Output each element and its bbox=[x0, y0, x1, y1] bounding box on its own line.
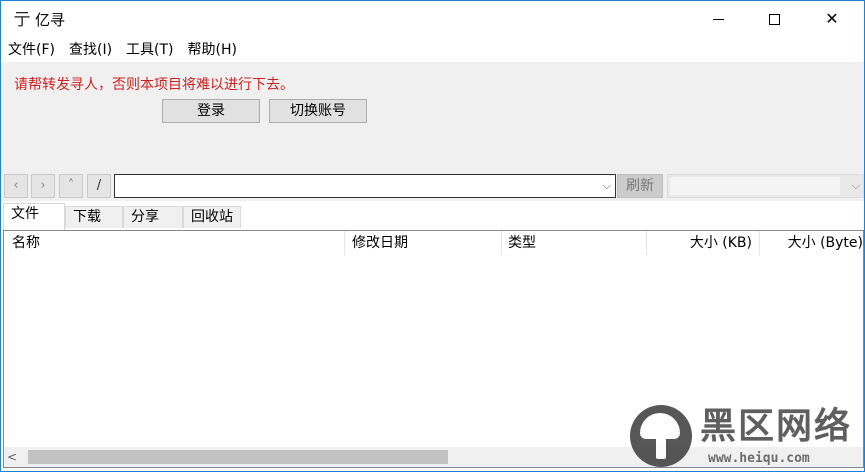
column-header-size-kb[interactable]: 大小 (KB) bbox=[647, 231, 760, 255]
watermark-title: 黑区网络 bbox=[700, 406, 853, 447]
maximize-icon bbox=[768, 13, 780, 25]
login-panel: 请帮转发寻人，否则本项目将难以进行下去。 登录 切换账号 bbox=[1, 62, 864, 171]
app-window: 亍 亿寻 ✕ 文件(F) 查找(I) 工具(T) 帮助(H) 请帮转发寻人，否则… bbox=[0, 0, 865, 472]
navigation-toolbar: ‹ › ˄ / ⌵ 刷新 ⌵ bbox=[1, 171, 864, 201]
title-bar[interactable]: 亍 亿寻 ✕ bbox=[1, 1, 864, 37]
close-button[interactable]: ✕ bbox=[809, 1, 855, 37]
menu-file[interactable]: 文件(F) bbox=[1, 39, 62, 61]
minimize-button[interactable] bbox=[695, 1, 741, 37]
chevron-left-icon: ‹ bbox=[13, 178, 19, 193]
column-header-modified[interactable]: 修改日期 bbox=[345, 231, 502, 255]
list-header: 名称 修改日期 类型 大小 (KB) 大小 (Byte) bbox=[4, 231, 863, 255]
column-header-size-byte[interactable]: 大小 (Byte) bbox=[760, 231, 863, 255]
refresh-button[interactable]: 刷新 bbox=[617, 174, 663, 198]
watermark-url: www.heiqu.com bbox=[708, 451, 810, 466]
tab-files[interactable]: 文件 bbox=[3, 203, 65, 230]
root-button[interactable]: / bbox=[87, 174, 111, 198]
account-select[interactable]: ⌵ bbox=[667, 174, 864, 198]
menu-tools[interactable]: 工具(T) bbox=[119, 39, 180, 61]
chevron-up-icon: ˄ bbox=[67, 178, 75, 193]
chevron-down-icon: ⌵ bbox=[851, 179, 860, 192]
column-header-name[interactable]: 名称 bbox=[4, 231, 345, 255]
menu-find[interactable]: 查找(I) bbox=[62, 39, 119, 61]
chevron-down-icon[interactable]: ⌵ bbox=[603, 179, 611, 193]
chevron-right-icon: › bbox=[40, 178, 46, 193]
back-button[interactable]: ‹ bbox=[4, 174, 28, 198]
close-icon: ✕ bbox=[825, 9, 839, 28]
menu-bar: 文件(F) 查找(I) 工具(T) 帮助(H) bbox=[1, 39, 864, 61]
scroll-left-arrow-icon[interactable]: < bbox=[7, 449, 17, 465]
path-input[interactable] bbox=[117, 177, 595, 195]
login-button[interactable]: 登录 bbox=[162, 99, 260, 123]
app-logo-icon: 亍 bbox=[13, 10, 31, 30]
up-button[interactable]: ˄ bbox=[59, 174, 83, 198]
tab-recycle-bin[interactable]: 回收站 bbox=[183, 206, 241, 228]
share-notice: 请帮转发寻人，否则本项目将难以进行下去。 bbox=[14, 77, 294, 93]
watermark: 黑区网络 www.heiqu.com bbox=[626, 403, 864, 471]
switch-account-button[interactable]: 切换账号 bbox=[269, 99, 367, 123]
account-select-value bbox=[670, 177, 840, 195]
path-combobox[interactable]: ⌵ bbox=[114, 174, 616, 198]
maximize-button[interactable] bbox=[751, 1, 797, 37]
tab-strip: 文件 下载 分享 回收站 bbox=[1, 203, 864, 230]
root-slash-icon: / bbox=[96, 178, 102, 193]
tab-downloads[interactable]: 下载 bbox=[65, 206, 123, 228]
minimize-icon bbox=[712, 18, 724, 20]
column-header-type[interactable]: 类型 bbox=[502, 231, 647, 255]
menu-help[interactable]: 帮助(H) bbox=[181, 39, 244, 61]
tab-shares[interactable]: 分享 bbox=[123, 206, 183, 228]
window-title: 亿寻 bbox=[35, 11, 66, 29]
scrollbar-thumb[interactable] bbox=[28, 450, 448, 464]
watermark-logo-icon bbox=[630, 405, 692, 467]
forward-button[interactable]: › bbox=[31, 174, 55, 198]
